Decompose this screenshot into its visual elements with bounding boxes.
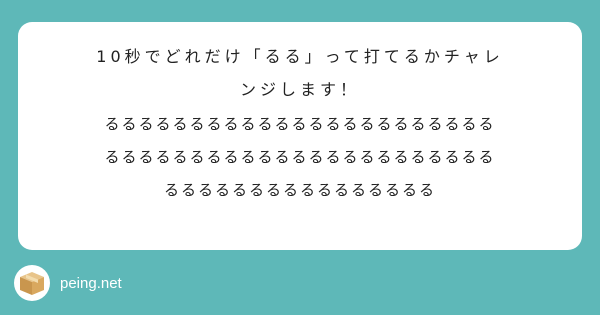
cardboard-box-icon [20,272,44,295]
site-name[interactable]: peing.net [60,275,122,292]
question-line-1: 10秒でどれだけ「るる」って打てるかチャレ [96,47,504,66]
site-footer: peing.net [14,265,122,301]
question-card: 10秒でどれだけ「るる」って打てるかチャレ ンジします！ るるるるるるるるるるる… [18,22,582,250]
answer-line-2: るるるるるるるるるるるるるるるるるるるるるるる [104,148,496,166]
question-text: 10秒でどれだけ「るる」って打てるかチャレ ンジします！ [42,40,558,106]
answer-line-3: るるるるるるるるるるるるるるるる [163,181,436,199]
answer-text: るるるるるるるるるるるるるるるるるるるるるるる るるるるるるるるるるるるるるるる… [42,108,558,207]
site-logo[interactable] [14,265,50,301]
answer-line-1: るるるるるるるるるるるるるるるるるるるるるるる [104,115,496,133]
question-line-2: ンジします！ [239,80,360,99]
